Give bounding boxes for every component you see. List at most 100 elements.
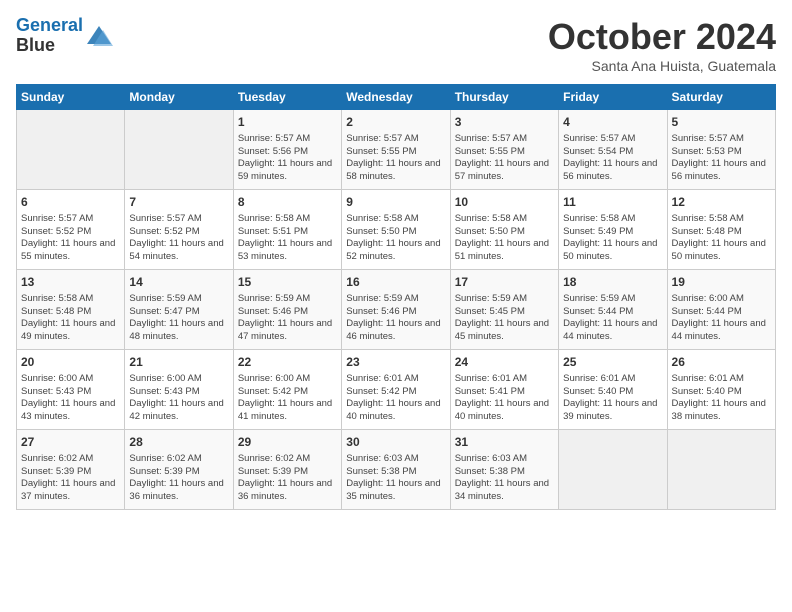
calendar-cell: 21Sunrise: 6:00 AM Sunset: 5:43 PM Dayli… [125, 350, 233, 430]
day-number: 2 [346, 114, 445, 131]
weekday-header: Monday [125, 85, 233, 110]
day-number: 10 [455, 194, 554, 211]
day-number: 16 [346, 274, 445, 291]
cell-info: Sunrise: 6:01 AM Sunset: 5:42 PM Dayligh… [346, 373, 445, 424]
calendar-cell [667, 430, 775, 510]
calendar-cell: 19 Sunrise: 6:00 AM Sunset: 5:44 PM Dayli… [667, 270, 775, 350]
day-number: 12 [672, 194, 771, 211]
cell-info: Sunrise: 5:58 AM Sunset: 5:48 PM Dayligh… [672, 213, 771, 264]
cell-info: Sunrise: 6:00 AM Sunset: 5:44 PM Dayligh… [672, 293, 771, 344]
calendar-cell: 14 Sunrise: 5:59 AM Sunset: 5:47 PM Dayli… [125, 270, 233, 350]
cell-info: Sunrise: 5:59 AM Sunset: 5:47 PM Dayligh… [129, 293, 228, 344]
calendar-cell: 25 Sunrise: 6:01 AM Sunset: 5:40 PM Dayli… [559, 350, 667, 430]
day-number: 1 [238, 114, 337, 131]
calendar-week-row: 27Sunrise: 6:02 AM Sunset: 5:39 PM Dayli… [17, 430, 776, 510]
cell-info: Sunrise: 6:03 AM Sunset: 5:38 PM Dayligh… [455, 453, 554, 504]
day-number: 28 [129, 434, 228, 451]
calendar-cell: 29Sunrise: 6:02 AM Sunset: 5:39 PM Dayli… [233, 430, 341, 510]
day-number: 13 [21, 274, 120, 291]
day-number: 18 [563, 274, 662, 291]
calendar-cell: 31 Sunrise: 6:03 AM Sunset: 5:38 PM Dayli… [450, 430, 558, 510]
calendar-cell [559, 430, 667, 510]
calendar-cell: 24Sunrise: 6:01 AM Sunset: 5:41 PM Dayli… [450, 350, 558, 430]
calendar-cell [17, 110, 125, 190]
cell-info: Sunrise: 5:59 AM Sunset: 5:45 PM Dayligh… [455, 293, 554, 344]
cell-info: Sunrise: 5:59 AM Sunset: 5:46 PM Dayligh… [346, 293, 445, 344]
calendar-cell [125, 110, 233, 190]
logo-text: GeneralBlue [16, 16, 83, 56]
cell-info: Sunrise: 5:59 AM Sunset: 5:46 PM Dayligh… [238, 293, 337, 344]
cell-info: Sunrise: 6:00 AM Sunset: 5:42 PM Dayligh… [238, 373, 337, 424]
day-number: 11 [563, 194, 662, 211]
cell-info: Sunrise: 5:58 AM Sunset: 5:51 PM Dayligh… [238, 213, 337, 264]
logo: GeneralBlue [16, 16, 113, 56]
calendar-cell: 28Sunrise: 6:02 AM Sunset: 5:39 PM Dayli… [125, 430, 233, 510]
cell-info: Sunrise: 5:57 AM Sunset: 5:55 PM Dayligh… [455, 133, 554, 184]
calendar-cell: 22 Sunrise: 6:00 AM Sunset: 5:42 PM Dayli… [233, 350, 341, 430]
cell-info: Sunrise: 5:58 AM Sunset: 5:50 PM Dayligh… [346, 213, 445, 264]
calendar-cell: 13Sunrise: 5:58 AM Sunset: 5:48 PM Dayli… [17, 270, 125, 350]
title-block: October 2024 Santa Ana Huista, Guatemala [548, 16, 776, 74]
calendar-week-row: 13Sunrise: 5:58 AM Sunset: 5:48 PM Dayli… [17, 270, 776, 350]
calendar-table: SundayMondayTuesdayWednesdayThursdayFrid… [16, 84, 776, 510]
cell-info: Sunrise: 5:59 AM Sunset: 5:44 PM Dayligh… [563, 293, 662, 344]
cell-info: Sunrise: 6:01 AM Sunset: 5:40 PM Dayligh… [563, 373, 662, 424]
calendar-week-row: 1 Sunrise: 5:57 AM Sunset: 5:56 PM Daylig… [17, 110, 776, 190]
weekday-header: Saturday [667, 85, 775, 110]
calendar-cell: 7 Sunrise: 5:57 AM Sunset: 5:52 PM Daylig… [125, 190, 233, 270]
day-number: 7 [129, 194, 228, 211]
day-number: 3 [455, 114, 554, 131]
calendar-cell: 1 Sunrise: 5:57 AM Sunset: 5:56 PM Daylig… [233, 110, 341, 190]
weekday-header: Friday [559, 85, 667, 110]
day-number: 8 [238, 194, 337, 211]
day-number: 23 [346, 354, 445, 371]
calendar-cell: 17 Sunrise: 5:59 AM Sunset: 5:45 PM Dayli… [450, 270, 558, 350]
cell-info: Sunrise: 5:58 AM Sunset: 5:50 PM Dayligh… [455, 213, 554, 264]
calendar-header-row: SundayMondayTuesdayWednesdayThursdayFrid… [17, 85, 776, 110]
location-subtitle: Santa Ana Huista, Guatemala [548, 58, 776, 74]
weekday-header: Tuesday [233, 85, 341, 110]
calendar-cell: 11 Sunrise: 5:58 AM Sunset: 5:49 PM Dayli… [559, 190, 667, 270]
calendar-cell: 4Sunrise: 5:57 AM Sunset: 5:54 PM Daylig… [559, 110, 667, 190]
calendar-cell: 16 Sunrise: 5:59 AM Sunset: 5:46 PM Dayli… [342, 270, 450, 350]
day-number: 22 [238, 354, 337, 371]
day-number: 4 [563, 114, 662, 131]
calendar-cell: 8 Sunrise: 5:58 AM Sunset: 5:51 PM Daylig… [233, 190, 341, 270]
calendar-cell: 5Sunrise: 5:57 AM Sunset: 5:53 PM Daylig… [667, 110, 775, 190]
calendar-week-row: 6 Sunrise: 5:57 AM Sunset: 5:52 PM Daylig… [17, 190, 776, 270]
month-title: October 2024 [548, 16, 776, 58]
page-header: GeneralBlue October 2024 Santa Ana Huist… [16, 16, 776, 74]
calendar-cell: 12 Sunrise: 5:58 AM Sunset: 5:48 PM Dayli… [667, 190, 775, 270]
cell-info: Sunrise: 6:00 AM Sunset: 5:43 PM Dayligh… [21, 373, 120, 424]
calendar-cell: 6Sunrise: 5:57 AM Sunset: 5:52 PM Daylig… [17, 190, 125, 270]
day-number: 25 [563, 354, 662, 371]
calendar-cell: 3 Sunrise: 5:57 AM Sunset: 5:55 PM Daylig… [450, 110, 558, 190]
calendar-cell: 2Sunrise: 5:57 AM Sunset: 5:55 PM Daylig… [342, 110, 450, 190]
calendar-cell: 26Sunrise: 6:01 AM Sunset: 5:40 PM Dayli… [667, 350, 775, 430]
day-number: 24 [455, 354, 554, 371]
cell-info: Sunrise: 6:01 AM Sunset: 5:40 PM Dayligh… [672, 373, 771, 424]
calendar-cell: 20 Sunrise: 6:00 AM Sunset: 5:43 PM Dayli… [17, 350, 125, 430]
calendar-week-row: 20 Sunrise: 6:00 AM Sunset: 5:43 PM Dayli… [17, 350, 776, 430]
cell-info: Sunrise: 6:02 AM Sunset: 5:39 PM Dayligh… [21, 453, 120, 504]
calendar-cell: 9 Sunrise: 5:58 AM Sunset: 5:50 PM Daylig… [342, 190, 450, 270]
cell-info: Sunrise: 6:00 AM Sunset: 5:43 PM Dayligh… [129, 373, 228, 424]
cell-info: Sunrise: 5:58 AM Sunset: 5:49 PM Dayligh… [563, 213, 662, 264]
cell-info: Sunrise: 5:57 AM Sunset: 5:53 PM Dayligh… [672, 133, 771, 184]
day-number: 31 [455, 434, 554, 451]
calendar-cell: 23 Sunrise: 6:01 AM Sunset: 5:42 PM Dayli… [342, 350, 450, 430]
cell-info: Sunrise: 5:57 AM Sunset: 5:52 PM Dayligh… [129, 213, 228, 264]
cell-info: Sunrise: 6:03 AM Sunset: 5:38 PM Dayligh… [346, 453, 445, 504]
day-number: 17 [455, 274, 554, 291]
day-number: 30 [346, 434, 445, 451]
day-number: 20 [21, 354, 120, 371]
day-number: 19 [672, 274, 771, 291]
calendar-cell: 27Sunrise: 6:02 AM Sunset: 5:39 PM Dayli… [17, 430, 125, 510]
calendar-cell: 15Sunrise: 5:59 AM Sunset: 5:46 PM Dayli… [233, 270, 341, 350]
day-number: 9 [346, 194, 445, 211]
day-number: 29 [238, 434, 337, 451]
logo-icon [85, 22, 113, 50]
day-number: 14 [129, 274, 228, 291]
day-number: 6 [21, 194, 120, 211]
cell-info: Sunrise: 5:57 AM Sunset: 5:56 PM Dayligh… [238, 133, 337, 184]
